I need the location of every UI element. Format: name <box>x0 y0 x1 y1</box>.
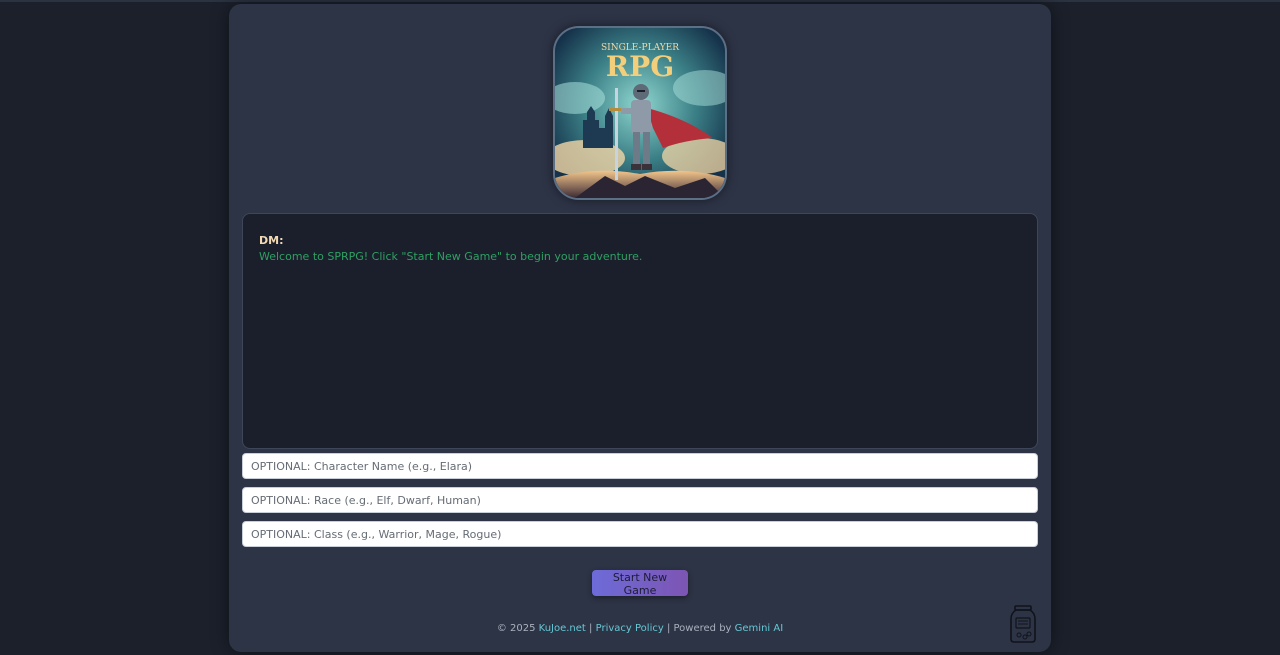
race-input[interactable] <box>242 487 1038 513</box>
powered-by-text: | Powered by <box>666 623 732 634</box>
footer: © 2025 KuJoe.net | Privacy Policy | Powe… <box>229 623 1051 634</box>
svg-text:RPG: RPG <box>606 50 674 83</box>
game-logo: SINGLE-PLAYER RPG <box>553 26 727 200</box>
chat-speaker: DM: <box>259 234 284 247</box>
chat-message: Welcome to SPRPG! Click "Start New Game"… <box>259 250 643 263</box>
main-panel: SINGLE-PLAYER RPG DM: Welcome to SPRPG! … <box>229 4 1051 652</box>
tip-jar-icon[interactable] <box>1008 604 1038 644</box>
kujoe-link[interactable]: KuJoe.net <box>539 623 586 634</box>
gemini-ai-link[interactable]: Gemini AI <box>735 623 784 634</box>
top-border <box>0 0 1280 2</box>
character-name-input[interactable] <box>242 453 1038 479</box>
footer-separator: | <box>589 623 593 634</box>
class-input[interactable] <box>242 521 1038 547</box>
privacy-policy-link[interactable]: Privacy Policy <box>596 623 664 634</box>
start-new-game-button[interactable]: Start New Game <box>592 570 688 597</box>
copyright-text: © 2025 <box>496 623 536 634</box>
knight-logo-icon: SINGLE-PLAYER RPG <box>555 28 725 198</box>
chat-log: DM: Welcome to SPRPG! Click "Start New G… <box>242 213 1038 449</box>
